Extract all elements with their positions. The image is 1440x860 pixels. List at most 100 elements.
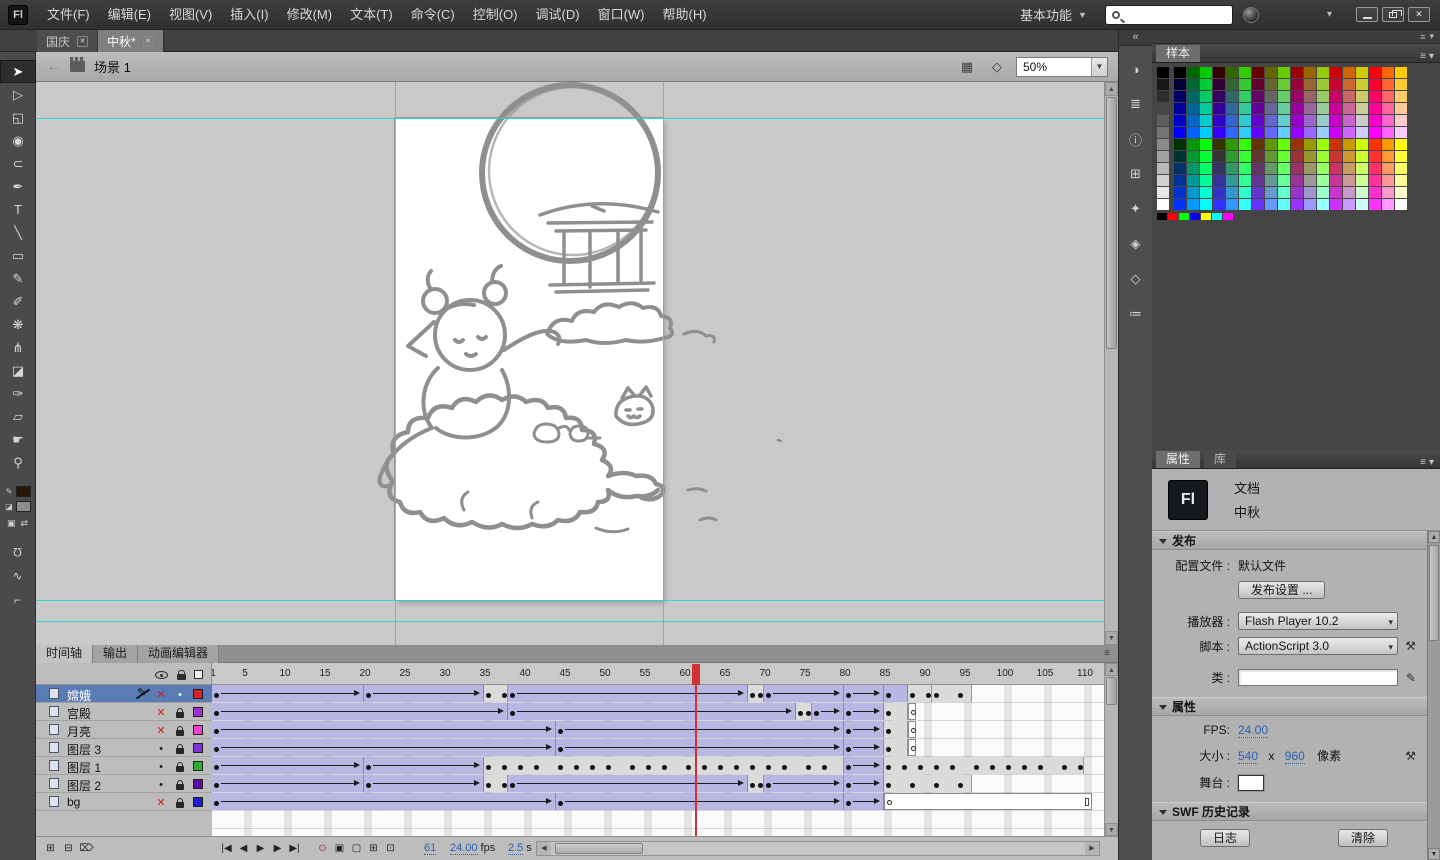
color-swatch[interactable]	[1330, 187, 1342, 198]
layer-outline-color[interactable]	[193, 761, 203, 771]
color-swatch[interactable]	[1239, 103, 1251, 114]
color-swatch[interactable]	[1200, 115, 1212, 126]
frame-span[interactable]	[212, 685, 364, 702]
color-swatch[interactable]	[1213, 103, 1225, 114]
color-swatch[interactable]	[1187, 127, 1199, 138]
gray-swatch[interactable]	[1157, 199, 1169, 210]
frame-span[interactable]	[884, 757, 1084, 774]
modify-markers-button[interactable]: ⊡	[382, 840, 399, 857]
back-arrow-icon[interactable]: ←	[46, 58, 62, 76]
color-swatch[interactable]	[1200, 103, 1212, 114]
section-swf-history[interactable]: SWF 历史记录	[1152, 802, 1440, 821]
layer-visibility-toggle[interactable]: •	[153, 775, 169, 793]
tab-close-icon[interactable]: ✕	[142, 35, 154, 47]
hand-tool[interactable]: ☛	[0, 428, 36, 451]
scene-name[interactable]: 场景 1	[94, 57, 131, 76]
color-swatch[interactable]	[1265, 139, 1277, 150]
color-swatch[interactable]	[1395, 199, 1407, 210]
scroll-down-arrow[interactable]: ▼	[1428, 848, 1440, 860]
scrollbar-thumb[interactable]	[555, 843, 643, 854]
panel-menu-icon[interactable]: ≡ ▾	[1420, 51, 1440, 62]
color-swatch[interactable]	[1252, 103, 1264, 114]
dock-menu-icon[interactable]: ≡	[1420, 32, 1425, 42]
color-swatch[interactable]	[1187, 199, 1199, 210]
layer-row[interactable]: 图层 3 •	[36, 739, 212, 757]
timeline-horizontal-scrollbar[interactable]: ◀ ▶	[536, 841, 1100, 856]
zoom-caret-icon[interactable]: ▼	[1091, 57, 1107, 76]
frame-span[interactable]	[212, 703, 508, 720]
menu-item[interactable]: 插入(I)	[221, 0, 277, 30]
color-swatch[interactable]	[1304, 151, 1316, 162]
new-folder-button[interactable]: ⊟	[60, 840, 77, 857]
align-panel-icon[interactable]: ≣	[1123, 93, 1149, 115]
color-swatch[interactable]	[1304, 115, 1316, 126]
tab-library[interactable]: 库	[1204, 451, 1237, 468]
color-swatch[interactable]	[1278, 151, 1290, 162]
class-input[interactable]	[1238, 669, 1398, 686]
color-swatch[interactable]	[1278, 115, 1290, 126]
frame-span[interactable]	[884, 685, 908, 702]
color-swatch[interactable]	[1252, 115, 1264, 126]
color-swatch[interactable]	[1330, 175, 1342, 186]
cs-live-icon[interactable]	[1242, 6, 1259, 23]
color-swatch[interactable]	[1317, 115, 1329, 126]
color-swatch[interactable]	[1330, 103, 1342, 114]
tab-swatches[interactable]: 样本	[1156, 45, 1201, 62]
color-swatch[interactable]	[1304, 175, 1316, 186]
panel-menu-icon[interactable]: ≡	[1104, 645, 1118, 662]
wrench-icon[interactable]: ⚒	[1405, 639, 1416, 653]
color-swatch[interactable]	[1395, 175, 1407, 186]
color-swatch[interactable]	[1330, 139, 1342, 150]
color-swatch[interactable]	[1213, 67, 1225, 78]
basic-color-swatch[interactable]	[1223, 213, 1233, 220]
layer-visibility-toggle[interactable]: ✕	[153, 703, 169, 721]
color-swatch[interactable]	[1265, 175, 1277, 186]
color-swatch[interactable]	[1291, 103, 1303, 114]
timeline-ruler[interactable]: 1510152025303540455055606570758085909510…	[212, 663, 1104, 685]
frame-span[interactable]	[364, 757, 484, 774]
color-swatch[interactable]	[1369, 187, 1381, 198]
edit-symbols-button[interactable]: ◇	[986, 58, 1008, 76]
color-swatch[interactable]	[1200, 199, 1212, 210]
color-swatch[interactable]	[1226, 199, 1238, 210]
layer-frames-row[interactable]	[212, 793, 1100, 811]
layer-lock-toggle[interactable]	[172, 757, 188, 775]
straighten-button[interactable]: ⌐	[14, 593, 21, 607]
delete-layer-button[interactable]: ⌦	[78, 840, 95, 857]
color-swatch[interactable]	[1317, 175, 1329, 186]
layer-outline-color[interactable]	[193, 725, 203, 735]
color-swatch[interactable]	[1174, 151, 1186, 162]
frame-span[interactable]	[764, 775, 844, 792]
color-swatch[interactable]	[1239, 199, 1251, 210]
scrollbar-thumb[interactable]	[1106, 677, 1117, 705]
color-swatch[interactable]	[1252, 175, 1264, 186]
swap-colors-button[interactable]: ⇄	[20, 518, 28, 529]
color-swatch[interactable]	[1395, 91, 1407, 102]
color-swatch[interactable]	[1356, 115, 1368, 126]
brush-tool[interactable]: ✐	[0, 290, 36, 313]
frame-span[interactable]	[844, 793, 884, 810]
frame-span[interactable]	[932, 685, 972, 702]
layer-outline-color[interactable]	[193, 689, 203, 699]
color-swatch[interactable]	[1356, 187, 1368, 198]
color-swatch[interactable]	[1174, 91, 1186, 102]
layer-visibility-toggle[interactable]: •	[153, 757, 169, 775]
stroke-color-swatch[interactable]	[15, 486, 31, 497]
color-swatch[interactable]	[1343, 67, 1355, 78]
color-swatch[interactable]	[1265, 91, 1277, 102]
next-frame-button[interactable]: ▶	[269, 840, 286, 857]
color-swatch[interactable]	[1278, 139, 1290, 150]
color-swatch[interactable]	[1382, 103, 1394, 114]
color-swatch[interactable]	[1382, 91, 1394, 102]
script-dropdown[interactable]: ActionScript 3.0	[1238, 637, 1398, 655]
color-swatch[interactable]	[1317, 163, 1329, 174]
color-swatch[interactable]	[1174, 115, 1186, 126]
lock-all-icon[interactable]	[177, 670, 186, 680]
color-swatch[interactable]	[1382, 151, 1394, 162]
layer-row[interactable]: 嫦娥 ✎ ✕ •	[36, 685, 212, 703]
center-frame-button[interactable]: ⊙	[314, 840, 331, 857]
color-swatch[interactable]	[1304, 91, 1316, 102]
color-swatch[interactable]	[1265, 67, 1277, 78]
basic-color-swatch[interactable]	[1212, 213, 1222, 220]
selection-tool[interactable]: ➤	[0, 60, 36, 83]
